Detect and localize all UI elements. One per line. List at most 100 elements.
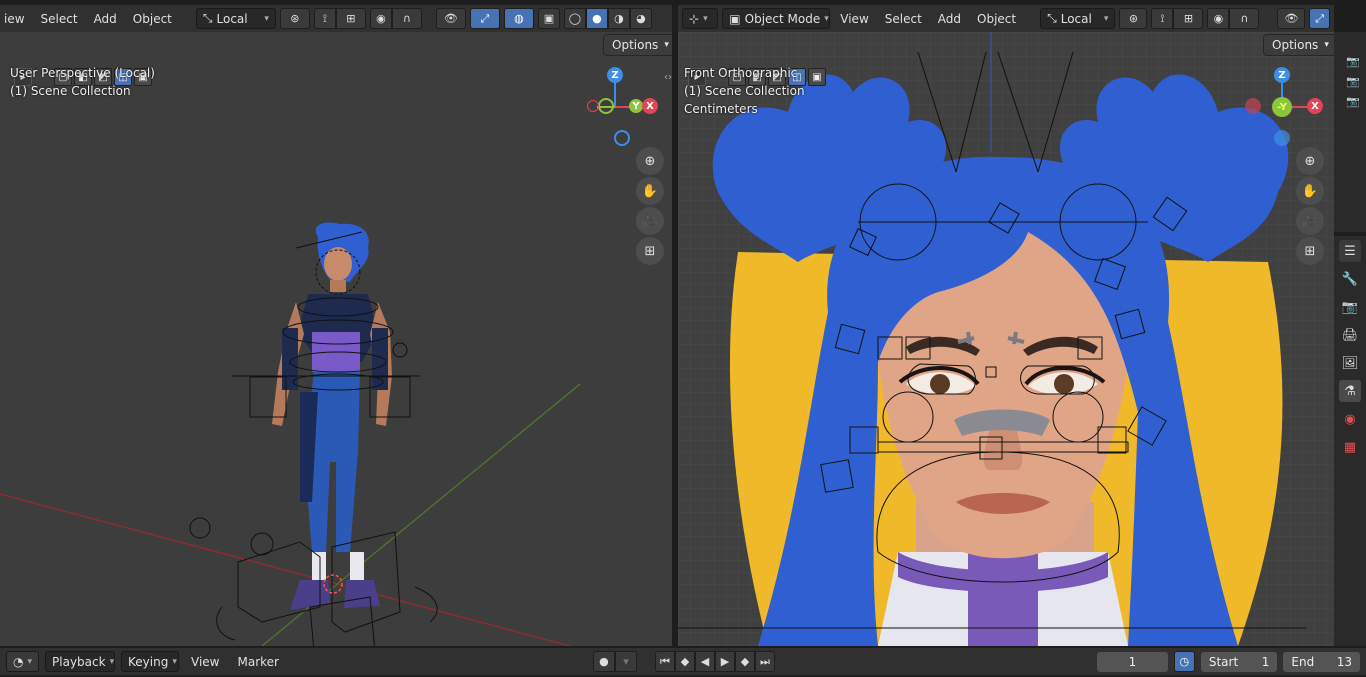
options-dropdown[interactable]: Options ▾: [603, 34, 672, 56]
mode-label: Object Mode: [744, 11, 821, 26]
pan-hand-icon[interactable]: ✋: [636, 177, 664, 205]
material-shading-icon[interactable]: ◑: [607, 8, 630, 29]
jump-end-icon[interactable]: ⏭: [754, 651, 775, 672]
end-frame-field[interactable]: End 13: [1283, 651, 1361, 672]
proportional-group: ◉ ∩: [369, 8, 422, 29]
menu-add[interactable]: Add: [88, 12, 123, 26]
menu-view[interactable]: View: [834, 12, 874, 26]
shading-group: ◯ ● ◑ ◕: [563, 8, 652, 29]
camera-icon[interactable]: 🎥: [636, 207, 664, 235]
snap-group: ⟟ ⊞: [1151, 8, 1204, 29]
pan-hand-icon[interactable]: ✋: [1296, 177, 1324, 205]
falloff-icon[interactable]: ∩: [1229, 8, 1260, 29]
jump-start-icon[interactable]: ⏮: [654, 651, 675, 672]
navigation-gizmo[interactable]: Z -Y X: [1243, 66, 1325, 148]
falloff-icon[interactable]: ∩: [391, 8, 422, 29]
chevron-down-icon: ▾: [1324, 40, 1329, 50]
wireframe-shading-icon[interactable]: ◯: [563, 8, 586, 29]
next-keyframe-icon[interactable]: ◆: [734, 651, 755, 672]
proportional-group: ◉ ∩: [1207, 8, 1260, 29]
x-axis-icon[interactable]: X: [1307, 98, 1323, 114]
auto-key-icon[interactable]: ▾: [614, 651, 637, 672]
editor-type-dropdown[interactable]: ◔ ▾: [6, 651, 40, 672]
transform-orientation-dropdown[interactable]: ⤡ Local ▾: [1040, 8, 1116, 29]
visibility-icon[interactable]: 👁: [1277, 8, 1306, 29]
left-viewport[interactable]: ▸ ▢ ◧ ◩ ◫ ▣ Options ▾ User Perspective (…: [0, 32, 672, 646]
pivot-point-icon[interactable]: ⊛: [1119, 8, 1148, 29]
menu-marker[interactable]: Marker: [232, 655, 285, 669]
editor-type-dropdown[interactable]: ⊹ ▾: [682, 8, 719, 29]
neg-y-axis-icon[interactable]: [598, 98, 614, 114]
editor-type-icon[interactable]: ☰: [1339, 240, 1361, 262]
neg-x-axis-icon[interactable]: [1245, 98, 1261, 114]
orientation-label: Local: [1060, 11, 1092, 26]
world-icon[interactable]: ◉: [1339, 408, 1361, 430]
snap-target-icon[interactable]: ⊞: [1173, 8, 1204, 29]
neg-y-axis-icon[interactable]: -Y: [1272, 97, 1292, 117]
record-icon[interactable]: ●: [592, 651, 615, 672]
collapse-arrows-icon[interactable]: ‹›: [664, 72, 672, 83]
chevron-down-icon: ▾: [1103, 13, 1109, 24]
neg-z-axis-icon[interactable]: [614, 130, 630, 146]
playback-label: Playback: [52, 654, 106, 669]
y-axis-icon[interactable]: Y: [629, 99, 643, 113]
camera-icon[interactable]: 📷 📷 📷: [1346, 52, 1366, 112]
solid-shading-icon[interactable]: ●: [585, 8, 608, 29]
start-frame-field[interactable]: Start 1: [1200, 651, 1278, 672]
snap-icon[interactable]: ⟟: [1151, 8, 1174, 29]
overlays-icon[interactable]: ◍: [503, 8, 534, 29]
scene-icon[interactable]: ⚗: [1339, 380, 1361, 402]
z-axis-icon[interactable]: Z: [607, 67, 623, 83]
menu-select[interactable]: Select: [35, 12, 84, 26]
gizmo-icon[interactable]: ⤢: [469, 8, 500, 29]
options-dropdown[interactable]: Options ▾: [1263, 34, 1334, 56]
visibility-icon[interactable]: 👁: [435, 8, 466, 29]
zoom-icon[interactable]: ⊕: [636, 147, 664, 175]
proportional-edit-icon[interactable]: ◉: [1207, 8, 1230, 29]
render-icon[interactable]: 📷: [1339, 296, 1361, 318]
navigation-gizmo[interactable]: Z Y X: [585, 66, 660, 151]
keying-dropdown[interactable]: Keying ▾: [121, 651, 180, 672]
current-frame-field[interactable]: 1: [1096, 651, 1168, 672]
right-viewport[interactable]: ▸ ▢ ◧ ◩ ◫ ▣ Options ▾ Front Orthographic…: [678, 32, 1334, 646]
z-axis-icon[interactable]: Z: [1274, 67, 1290, 83]
transform-orientation-dropdown[interactable]: ⤡ Local ▾: [195, 8, 276, 29]
playback-dropdown[interactable]: Playback ▾: [45, 651, 116, 672]
x-axis-icon[interactable]: X: [642, 98, 658, 114]
select-intersect-icon[interactable]: ▣: [808, 68, 826, 86]
mode-dropdown[interactable]: ▣ Object Mode ▾: [722, 8, 831, 29]
menu-view[interactable]: View: [185, 655, 225, 669]
neg-x-axis-icon[interactable]: [587, 100, 599, 112]
zoom-icon[interactable]: ⊕: [1296, 147, 1324, 175]
snap-group: ⟟ ⊞: [313, 8, 366, 29]
tool-icon[interactable]: 🔧: [1339, 268, 1361, 290]
camera-icon[interactable]: 🎥: [1296, 207, 1324, 235]
preview-range-icon[interactable]: ◷: [1173, 651, 1195, 672]
ortho-grid-icon[interactable]: ⊞: [1296, 237, 1324, 265]
snap-target-icon[interactable]: ⊞: [335, 8, 366, 29]
menu-add[interactable]: Add: [932, 12, 967, 26]
menu-object[interactable]: Object: [971, 12, 1022, 26]
gizmo-icon[interactable]: ⤢: [1309, 8, 1330, 29]
play-icon[interactable]: ▶: [714, 651, 735, 672]
chevron-down-icon: ▾: [664, 40, 669, 50]
orientation-icon: ⤡: [202, 11, 213, 25]
output-icon[interactable]: 🖨: [1339, 324, 1361, 346]
menu-object[interactable]: Object: [127, 12, 178, 26]
perspective-scene: [0, 222, 581, 646]
clock-icon: ◔: [13, 654, 24, 669]
proportional-edit-icon[interactable]: ◉: [369, 8, 392, 29]
prev-keyframe-icon[interactable]: ◆: [674, 651, 695, 672]
play-reverse-icon[interactable]: ◀: [694, 651, 715, 672]
texture-icon[interactable]: ▦: [1339, 436, 1361, 458]
rendered-shading-icon[interactable]: ◕: [629, 8, 652, 29]
menu-view[interactable]: iew: [4, 12, 31, 26]
view-layer-icon[interactable]: 🖼: [1339, 352, 1361, 374]
pivot-point-icon[interactable]: ⊛: [279, 8, 310, 29]
perspective-grid-icon[interactable]: ⊞: [636, 237, 664, 265]
neg-z-axis-icon[interactable]: [1274, 130, 1290, 146]
xray-icon[interactable]: ▣: [537, 8, 560, 29]
orientation-icon: ⤡: [1047, 11, 1057, 25]
menu-select[interactable]: Select: [879, 12, 928, 26]
snap-icon[interactable]: ⟟: [313, 8, 336, 29]
